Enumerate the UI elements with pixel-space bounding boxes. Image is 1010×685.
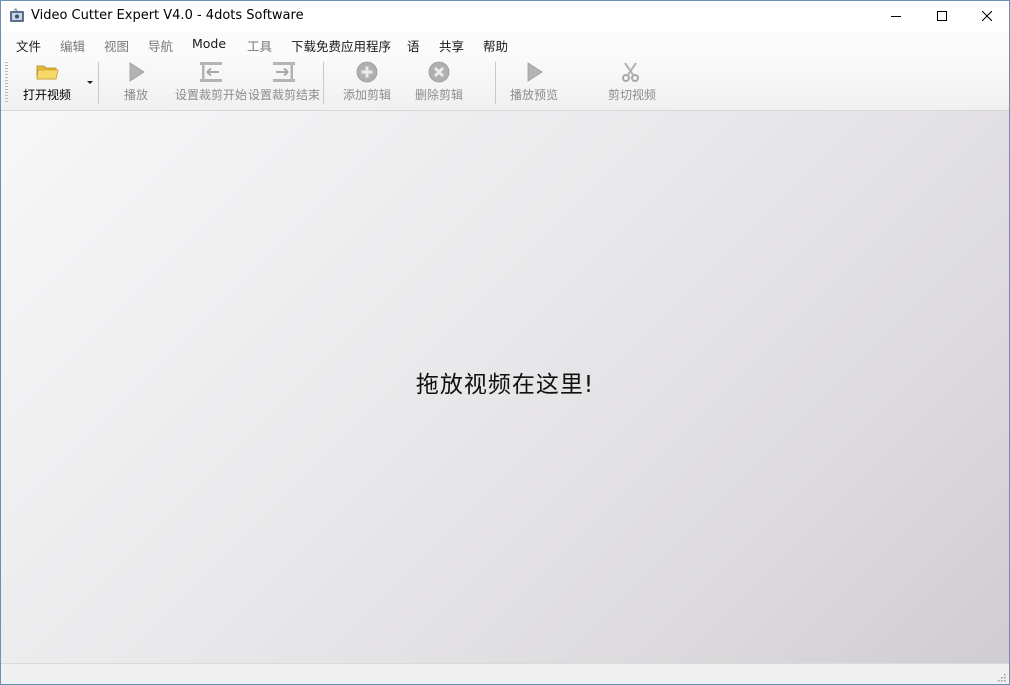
delete-clip-button[interactable]: 删除剪辑 — [409, 58, 469, 108]
status-bar — [1, 663, 1009, 684]
toolbar-grip[interactable] — [5, 62, 8, 104]
folder-icon — [36, 65, 59, 80]
scissors-icon — [622, 62, 639, 82]
set-cut-start-label: 设置裁剪开始 — [175, 88, 248, 102]
add-icon — [356, 61, 378, 83]
menu-bar: 文件 编辑 视图 导航 Mode 工具 下载免费应用程序 语 共享 帮助 — [1, 32, 1009, 56]
open-video-label: 打开视频 — [22, 88, 71, 102]
drop-zone-message: 拖放视频在这里! — [415, 372, 595, 398]
menu-language[interactable]: 语 — [407, 36, 420, 55]
play-icon — [129, 62, 145, 82]
add-clip-button[interactable]: 添加剪辑 — [337, 58, 397, 108]
menu-help[interactable]: 帮助 — [483, 36, 508, 55]
open-video-button[interactable]: 打开视频 — [15, 58, 79, 108]
delete-clip-label: 删除剪辑 — [414, 88, 463, 102]
title-bar[interactable]: Video Cutter Expert V4.0 - 4dots Softwar… — [1, 1, 1009, 31]
toolbar-separator — [495, 62, 496, 104]
delete-icon — [428, 61, 450, 83]
play-preview-icon — [527, 62, 543, 82]
resize-grip-icon[interactable] — [996, 672, 1006, 682]
cut-video-button[interactable]: 剪切视频 — [602, 58, 662, 108]
set-cut-end-button[interactable]: 设置裁剪结束 — [248, 58, 320, 108]
toolbar-separator — [323, 62, 324, 104]
cut-video-label: 剪切视频 — [607, 88, 656, 102]
minimize-icon — [891, 16, 901, 17]
set-cut-end-label: 设置裁剪结束 — [248, 88, 321, 102]
close-button[interactable] — [964, 1, 1009, 31]
menu-edit[interactable]: 编辑 — [60, 36, 85, 55]
maximize-icon — [937, 11, 947, 21]
minimize-button[interactable] — [873, 1, 919, 31]
close-icon — [982, 11, 992, 21]
menu-download-free-apps[interactable]: 下载免费应用程序 — [291, 36, 391, 55]
app-logo-icon — [10, 8, 24, 22]
set-cut-start-button[interactable]: 设置裁剪开始 — [175, 58, 247, 108]
menu-mode[interactable]: Mode — [192, 36, 226, 51]
cut-end-icon — [273, 62, 295, 82]
play-preview-label: 播放预览 — [509, 88, 558, 102]
window-title: Video Cutter Expert V4.0 - 4dots Softwar… — [31, 8, 304, 23]
toolbar: 打开视频 播放 设置裁剪开始 设置裁剪结束 添加剪辑 删除剪辑 播放预览 剪切视… — [1, 56, 1009, 111]
open-video-dropdown-arrow[interactable] — [87, 81, 93, 84]
menu-view[interactable]: 视图 — [104, 36, 129, 55]
app-window: Video Cutter Expert V4.0 - 4dots Softwar… — [0, 0, 1010, 685]
video-drop-zone[interactable]: 拖放视频在这里! — [1, 111, 1009, 663]
menu-navigate[interactable]: 导航 — [148, 36, 173, 55]
play-preview-button[interactable]: 播放预览 — [504, 58, 564, 108]
play-label: 播放 — [123, 88, 148, 102]
toolbar-separator — [98, 62, 99, 104]
menu-file[interactable]: 文件 — [16, 36, 41, 55]
menu-tools[interactable]: 工具 — [247, 36, 272, 55]
menu-share[interactable]: 共享 — [439, 36, 464, 55]
add-clip-label: 添加剪辑 — [342, 88, 391, 102]
cut-start-icon — [200, 62, 222, 82]
maximize-button[interactable] — [919, 1, 965, 31]
play-button[interactable]: 播放 — [111, 58, 161, 108]
